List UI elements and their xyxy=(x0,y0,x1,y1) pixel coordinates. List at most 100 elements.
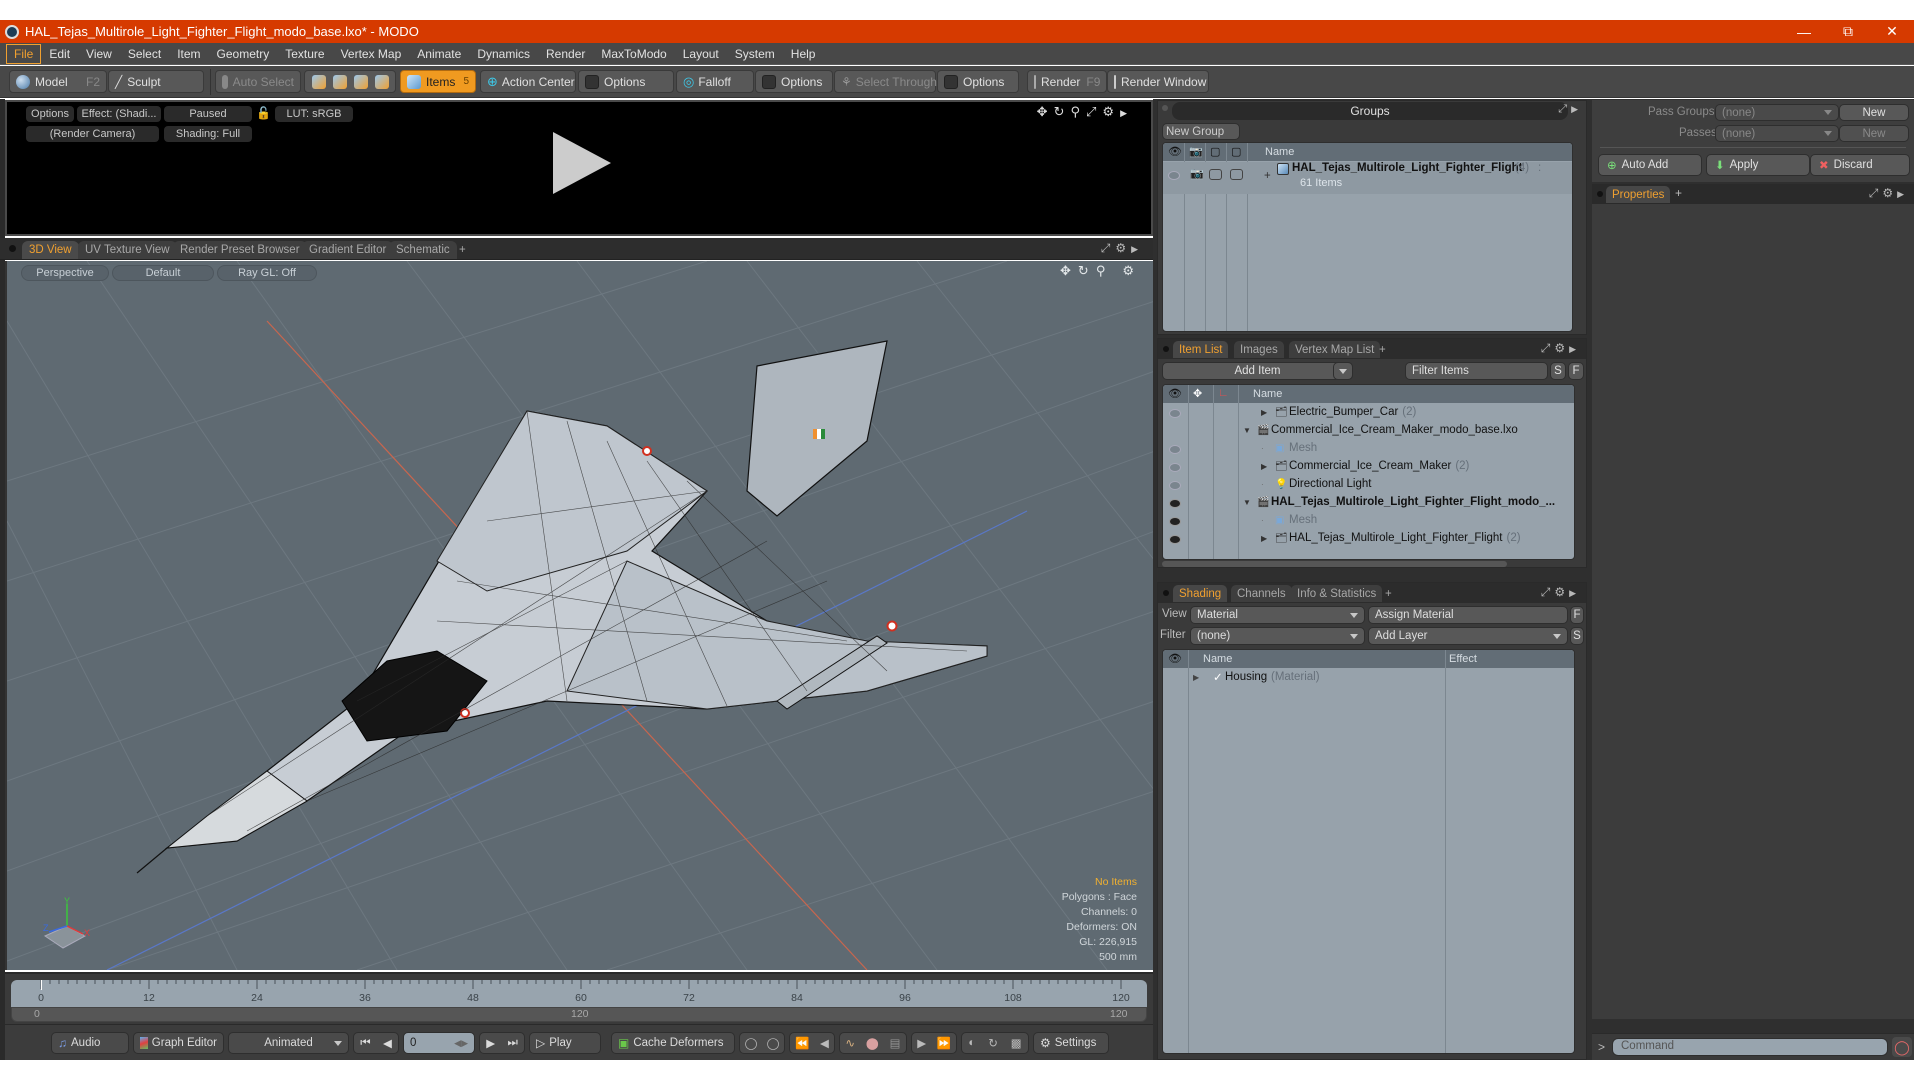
menu-render[interactable]: Render xyxy=(538,44,593,64)
s-button[interactable]: S xyxy=(1570,627,1584,645)
items-mode-button[interactable]: Items 5 xyxy=(400,70,476,93)
menu-item[interactable]: Item xyxy=(169,44,208,64)
animated-dropdown[interactable]: Animated xyxy=(228,1032,349,1054)
panel-menu-arrow-icon[interactable]: ▶ xyxy=(1571,104,1582,114)
polygons-mode-icon[interactable] xyxy=(353,74,368,89)
key-square-icon[interactable]: ▩ xyxy=(1011,1036,1022,1050)
menu-layout[interactable]: Layout xyxy=(675,44,727,64)
menu-system[interactable]: System xyxy=(727,44,783,64)
render-column-icon[interactable]: 📷 xyxy=(1189,145,1203,158)
render-camera-dropdown[interactable]: (Render Camera) xyxy=(26,126,159,142)
transform-column-icon[interactable]: ✥ xyxy=(1193,387,1202,400)
falloff-button[interactable]: ◎ Falloff xyxy=(676,70,754,93)
tab-3d-view[interactable]: 3D View xyxy=(22,241,79,259)
visibility-toggle-icon[interactable] xyxy=(1170,480,1180,492)
add-layer-dropdown[interactable]: Add Layer xyxy=(1368,627,1568,645)
last-key-icon[interactable]: ⏩ xyxy=(936,1036,950,1050)
passes-dropdown[interactable]: (none) xyxy=(1715,125,1839,142)
play-preview-icon[interactable] xyxy=(547,130,613,196)
auto-select-button[interactable]: Auto Select xyxy=(215,70,301,93)
model-button[interactable]: Model F2 xyxy=(9,70,107,93)
add-tab-button[interactable]: + xyxy=(1675,186,1682,200)
render-window-button[interactable]: Render Window xyxy=(1107,70,1209,93)
visibility-toggle-icon[interactable] xyxy=(1169,170,1179,182)
render-toggle-icon[interactable]: 📷 xyxy=(1190,167,1204,180)
tab-properties[interactable]: Properties xyxy=(1606,186,1671,203)
next-key-icon[interactable]: ▶ xyxy=(917,1036,926,1050)
add-tab-button[interactable]: + xyxy=(1379,585,1398,602)
tab-vertex-map-list[interactable]: Vertex Map List xyxy=(1289,341,1381,358)
preview-options-button[interactable]: Options xyxy=(26,106,74,122)
shading-style-dropdown[interactable]: Default xyxy=(112,265,214,281)
panel-menu-arrow-icon[interactable]: ▶ xyxy=(1569,588,1580,598)
tab-gradient-editor[interactable]: Gradient Editor xyxy=(302,241,394,259)
vertices-mode-icon[interactable] xyxy=(311,74,326,89)
visibility-column-icon[interactable]: 👁 xyxy=(1168,387,1182,400)
preview-effect-dropdown[interactable]: Effect: (Shadi... xyxy=(77,106,161,122)
frame-spinner-icon[interactable]: ◀▶ xyxy=(454,1038,468,1049)
frame-input[interactable]: 0 ◀▶ xyxy=(403,1032,475,1054)
new-pass-button[interactable]: New xyxy=(1839,125,1909,142)
menu-help[interactable]: Help xyxy=(783,44,824,64)
3d-viewport[interactable]: Perspective Default Ray GL: Off ✥↻⚲ ⚙ Y X… xyxy=(5,261,1153,970)
lock-icon[interactable]: 🔓 xyxy=(256,106,271,120)
graph-editor-button[interactable]: Graph Editor xyxy=(133,1032,224,1054)
menu-file[interactable]: File xyxy=(6,43,42,64)
tab-uv-texture-view[interactable]: UV Texture View xyxy=(78,241,177,259)
gear-icon[interactable]: ⚙ xyxy=(1882,186,1897,200)
gear-icon[interactable]: ⚙ xyxy=(1554,341,1569,355)
visibility-toggle-icon[interactable] xyxy=(1170,444,1180,456)
expand-arrow-icon[interactable]: ▶ xyxy=(1261,534,1267,543)
add-item-button[interactable]: Add Item xyxy=(1162,362,1353,380)
action-center-button[interactable]: ⊕ Action Center xyxy=(480,70,576,93)
pass-groups-dropdown[interactable]: (none) xyxy=(1715,104,1839,121)
menu-animate[interactable]: Animate xyxy=(409,44,469,64)
visibility-toggle-icon[interactable] xyxy=(1170,498,1180,510)
expand-arrow-icon[interactable]: ▶ xyxy=(1193,673,1199,682)
group-row[interactable]: 📷 + HAL_Tejas_Multirole_Light_Fighter_Fl… xyxy=(1163,162,1572,194)
panel-menu-arrow-icon[interactable]: ▶ xyxy=(1569,344,1580,354)
tab-shading[interactable]: Shading xyxy=(1173,585,1228,602)
item-list-row[interactable]: · ▣ Mesh xyxy=(1163,511,1574,529)
action-center-options-button[interactable]: Options xyxy=(578,70,674,93)
sculpt-button[interactable]: ╱ Sculpt xyxy=(108,70,204,93)
menu-view[interactable]: View xyxy=(78,44,120,64)
menu-dynamics[interactable]: Dynamics xyxy=(469,44,538,64)
pan-icon[interactable]: ✥ xyxy=(1037,104,1054,119)
playhead[interactable] xyxy=(41,980,42,990)
gear-icon[interactable]: ⚙ xyxy=(1554,585,1569,599)
maximize-icon[interactable]: ⤢ xyxy=(1869,186,1883,200)
materials-mode-icon[interactable] xyxy=(374,74,389,89)
visibility-toggle-icon[interactable] xyxy=(1170,408,1180,420)
command-input[interactable]: Command xyxy=(1612,1038,1888,1056)
menu-select[interactable]: Select xyxy=(120,44,169,64)
item-list-row[interactable]: ▼ 🎬 Commercial_Ice_Cream_Maker_modo_base.l… xyxy=(1163,421,1574,439)
visibility-column-icon[interactable]: 👁 xyxy=(1168,145,1182,158)
go-to-end-icon[interactable]: ⏭ xyxy=(507,1037,517,1050)
filter-dropdown[interactable]: (none) xyxy=(1190,627,1365,645)
key-filter-icon[interactable]: ▤ xyxy=(890,1036,901,1050)
item-list-row[interactable]: ▶ 🗂 HAL_Tejas_Multirole_Light_Fighter_Flig… xyxy=(1163,529,1574,547)
item-list-row[interactable]: · 💡 Directional Light xyxy=(1163,475,1574,493)
maximize-icon[interactable]: ⤢ xyxy=(1086,104,1102,119)
tab-item-list[interactable]: Item List xyxy=(1173,341,1229,358)
maximize-icon[interactable]: ⤢ xyxy=(1541,341,1555,355)
expand-arrow-icon[interactable]: ▶ xyxy=(1261,462,1267,471)
render-button[interactable]: Render F9 xyxy=(1027,70,1107,93)
pan-icon[interactable]: ✥ xyxy=(1060,263,1078,278)
apply-button[interactable]: ⬇ Apply xyxy=(1706,154,1810,176)
gear-icon[interactable]: ⚙ xyxy=(1102,104,1120,119)
shading-dropdown[interactable]: Shading: Full xyxy=(164,126,252,142)
item-list-row[interactable]: ▶ 🗂 Commercial_Ice_Cream_Maker (2) xyxy=(1163,457,1574,475)
maximize-icon[interactable]: ⤢ xyxy=(1101,241,1116,255)
new-group-button[interactable]: New Group xyxy=(1162,123,1240,140)
f-button[interactable]: F xyxy=(1568,362,1584,380)
collapse-arrow-icon[interactable]: ▼ xyxy=(1243,426,1251,435)
rotate-icon[interactable]: ↻ xyxy=(1078,263,1096,278)
new-pass-group-button[interactable]: New xyxy=(1839,104,1909,121)
raygl-dropdown[interactable]: Ray GL: Off xyxy=(217,265,317,281)
rotate-icon[interactable]: ↻ xyxy=(1054,104,1071,119)
item-list-row[interactable]: ▼ 🎬 HAL_Tejas_Multirole_Light_Fighter_Flig… xyxy=(1163,493,1574,511)
select-through-options-button[interactable]: Options xyxy=(937,70,1019,93)
select-through-button[interactable]: ⚘ Select Through xyxy=(834,70,937,93)
